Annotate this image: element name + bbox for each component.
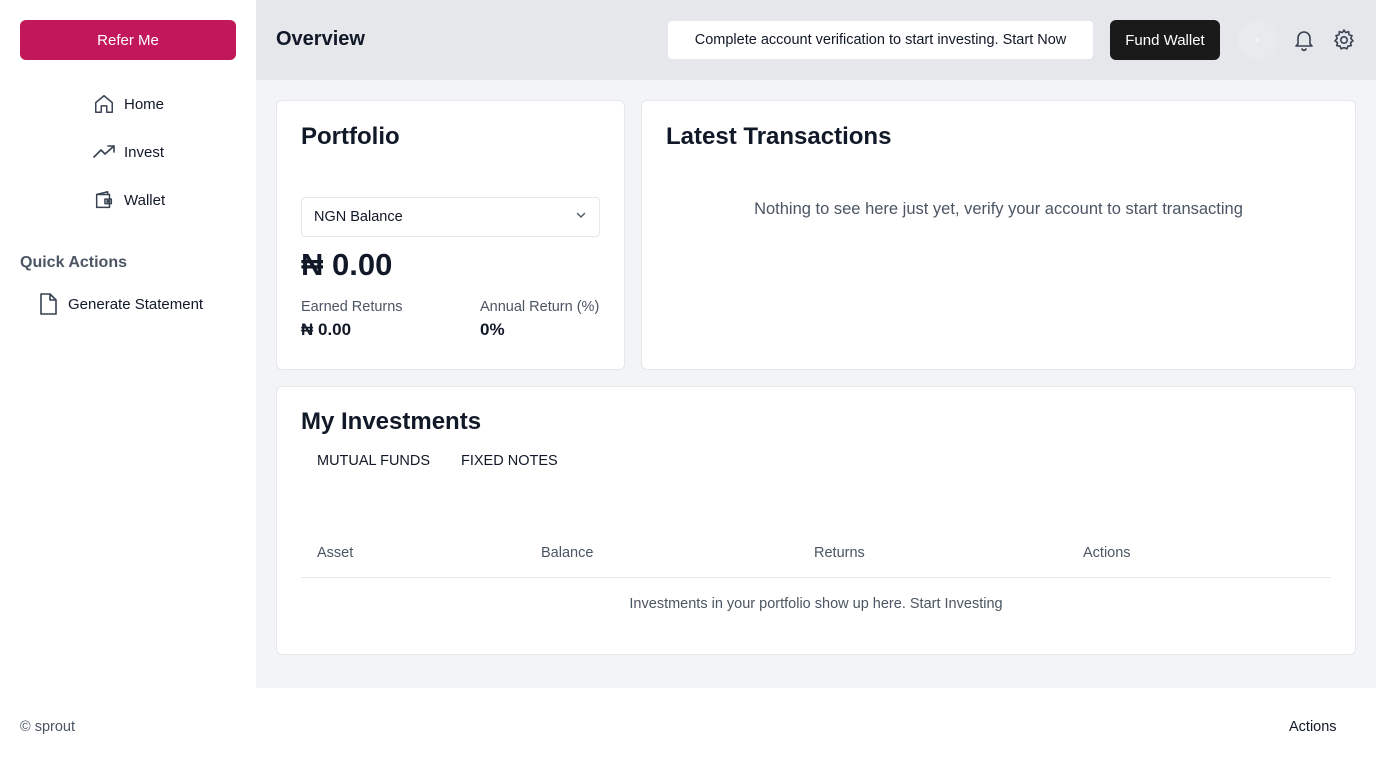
balance-currency-select[interactable]: NGN Balance bbox=[301, 197, 600, 237]
avatar[interactable] bbox=[1237, 20, 1277, 60]
transactions-empty-state: Nothing to see here just yet, verify you… bbox=[754, 200, 1243, 218]
balance-currency-value: NGN Balance bbox=[314, 209, 403, 225]
sidebar-item-invest[interactable]: Invest bbox=[92, 128, 165, 176]
bell-icon[interactable] bbox=[1292, 28, 1316, 52]
gear-icon[interactable] bbox=[1332, 28, 1356, 52]
quick-actions-title: Quick Actions bbox=[20, 254, 127, 271]
earned-returns: Earned Returns ₦ 0.00 bbox=[301, 299, 403, 340]
quick-action-label: Generate Statement bbox=[68, 295, 204, 313]
trending-up-icon bbox=[92, 140, 116, 164]
avatar-placeholder bbox=[1255, 38, 1259, 42]
document-icon bbox=[36, 292, 60, 316]
portfolio-title: Portfolio bbox=[301, 123, 400, 150]
wallet-icon bbox=[92, 188, 116, 212]
sidebar-item-label: Wallet bbox=[124, 191, 166, 209]
chevron-down-icon bbox=[575, 208, 587, 226]
portfolio-card: Portfolio NGN Balance ₦ 0.00 Earned Retu… bbox=[276, 100, 625, 370]
earned-returns-label: Earned Returns bbox=[301, 299, 403, 315]
refer-me-button[interactable]: Refer Me bbox=[20, 20, 236, 60]
transactions-title: Latest Transactions bbox=[666, 123, 892, 150]
annual-return-value: 0% bbox=[480, 320, 505, 339]
sidebar-nav: Home Invest Wallet bbox=[92, 80, 165, 224]
earned-returns-value: ₦ 0.00 bbox=[301, 320, 352, 339]
sidebar-item-home[interactable]: Home bbox=[92, 80, 165, 128]
main-content: Overview Complete account verification t… bbox=[256, 0, 1376, 688]
tab-mutual-funds[interactable]: MUTUAL FUNDS bbox=[317, 453, 430, 469]
table-header-divider bbox=[301, 577, 1331, 578]
portfolio-balance: ₦ 0.00 bbox=[301, 247, 393, 282]
home-icon bbox=[92, 92, 116, 116]
column-header-balance: Balance bbox=[541, 545, 594, 561]
sidebar-item-label: Invest bbox=[124, 143, 165, 161]
generate-statement-button[interactable]: Generate Statement bbox=[36, 290, 203, 318]
column-header-returns: Returns bbox=[814, 545, 865, 561]
page-title: Overview bbox=[276, 28, 365, 50]
sidebar-item-label: Home bbox=[124, 95, 165, 113]
sidebar: Refer Me Home Invest Wallet Quick Action… bbox=[0, 0, 256, 688]
copyright: © sprout bbox=[20, 719, 76, 735]
column-header-asset: Asset bbox=[317, 545, 354, 561]
tab-fixed-notes[interactable]: FIXED NOTES bbox=[461, 453, 558, 469]
column-header-actions: Actions bbox=[1083, 545, 1131, 561]
investments-title: My Investments bbox=[301, 408, 482, 435]
annual-return: Annual Return (%) 0% bbox=[480, 299, 599, 340]
verification-banner[interactable]: Complete account verification to start i… bbox=[668, 21, 1093, 59]
latest-transactions-card: Latest Transactions Nothing to see here … bbox=[641, 100, 1356, 370]
my-investments-card: My Investments MUTUAL FUNDS FIXED NOTES … bbox=[276, 386, 1356, 655]
annual-return-label: Annual Return (%) bbox=[480, 299, 600, 315]
footer-actions-link[interactable]: Actions bbox=[1289, 719, 1337, 735]
investments-empty-state: Investments in your portfolio show up he… bbox=[629, 596, 1003, 612]
top-header: Overview Complete account verification t… bbox=[256, 0, 1376, 80]
sidebar-item-wallet[interactable]: Wallet bbox=[92, 176, 165, 224]
fund-wallet-button[interactable]: Fund Wallet bbox=[1110, 20, 1220, 60]
